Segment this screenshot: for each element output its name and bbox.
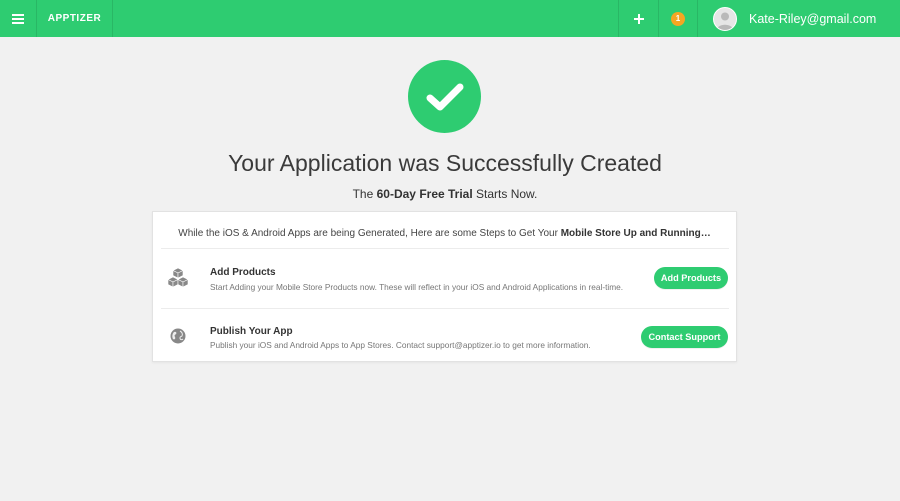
subtitle-prefix: The (352, 187, 374, 201)
brand-logo[interactable]: APPTIZER (37, 0, 113, 37)
notification-badge: 1 (671, 11, 685, 26)
card-intro-text: While the iOS & Android Apps are being G… (178, 228, 558, 239)
divider (161, 308, 729, 309)
page-title: Your Application was Successfully Create… (228, 150, 662, 176)
contact-support-button[interactable]: Contact Support (641, 326, 728, 348)
subtitle-trial-length: 60-Day Free Trial (376, 187, 473, 201)
notifications-button[interactable]: 1 (658, 0, 697, 37)
step-title-add-products: Add Products (210, 267, 276, 278)
add-button[interactable] (618, 0, 658, 37)
top-navigation-bar: APPTIZER 1 Kate-Riley@gmail.com (0, 0, 900, 37)
add-products-button[interactable]: Add Products (654, 267, 728, 289)
user-email: Kate-Riley@gmail.com (749, 11, 877, 26)
menu-button[interactable] (0, 0, 37, 37)
trial-subtitle: The 60-Day Free Trial Starts Now. (0, 187, 890, 201)
avatar (713, 6, 737, 31)
next-steps-card: While the iOS & Android Apps are being G… (152, 211, 737, 362)
step-description-publish-your-app: Publish your iOS and Android Apps to App… (210, 340, 591, 350)
subtitle-suffix: Starts Now. (476, 187, 538, 201)
step-title-publish-your-app: Publish Your App (210, 326, 293, 337)
card-intro-bold: Mobile Store Up and Running… (560, 228, 711, 239)
hamburger-icon (12, 13, 24, 24)
user-silhouette-icon (717, 12, 733, 30)
step-description-add-products: Start Adding your Mobile Store Products … (210, 282, 624, 292)
user-menu[interactable]: Kate-Riley@gmail.com (697, 0, 900, 37)
globe-icon (170, 328, 186, 344)
plus-icon (633, 13, 644, 24)
divider (161, 248, 729, 249)
boxes-icon (167, 267, 189, 288)
success-check-icon (408, 60, 481, 133)
card-intro: While the iOS & Android Apps are being G… (153, 228, 736, 239)
